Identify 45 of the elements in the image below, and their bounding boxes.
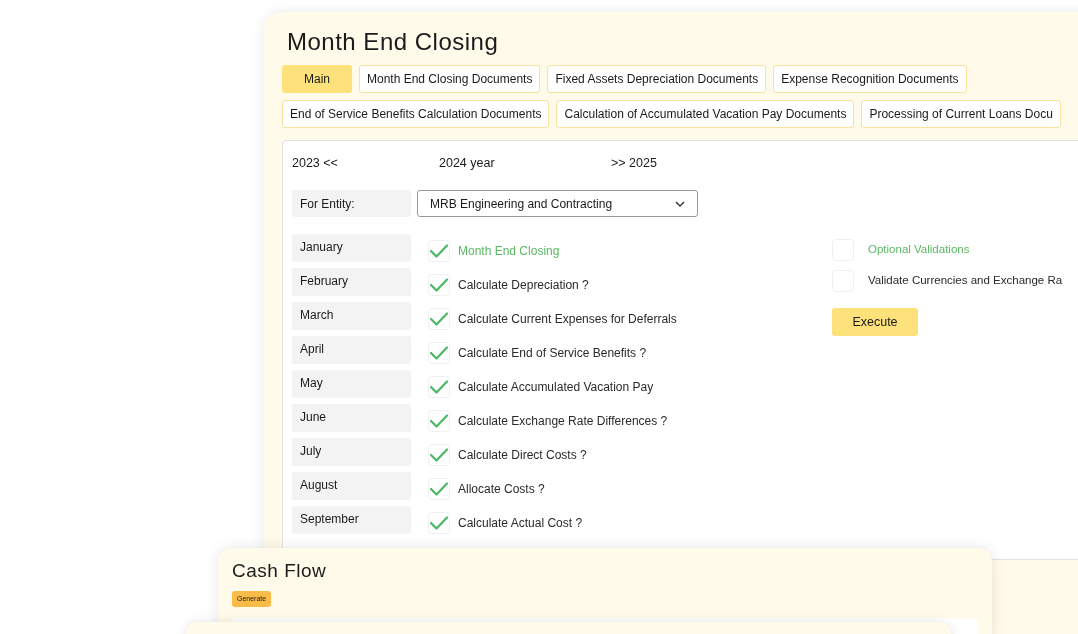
month-item[interactable]: August — [292, 472, 411, 500]
month-item[interactable]: July — [292, 438, 411, 466]
checkbox[interactable] — [428, 410, 450, 432]
month-item[interactable]: February — [292, 268, 411, 296]
month-item[interactable]: September — [292, 506, 411, 534]
task-label: Calculate Current Expenses for Deferrals — [458, 311, 677, 328]
tab[interactable]: Calculation of Accumulated Vacation Pay Documents — [556, 100, 855, 128]
checkbox[interactable] — [428, 376, 450, 398]
month-item[interactable]: May — [292, 370, 411, 398]
month-item[interactable]: January — [292, 234, 411, 262]
month-item[interactable]: June — [292, 404, 411, 432]
chevron-down-icon — [675, 200, 685, 207]
checkbox[interactable] — [428, 444, 450, 466]
checkbox[interactable] — [428, 274, 450, 296]
task-label: Allocate Costs ? — [458, 481, 545, 498]
next-year-link[interactable]: >> 2025 — [611, 153, 657, 173]
validation-label: Validate Currencies and Exchange Ra — [868, 272, 1063, 288]
card-title: Cash Flow — [232, 559, 328, 583]
month-item[interactable]: April — [292, 336, 411, 364]
checkbox[interactable] — [428, 512, 450, 534]
checkbox[interactable] — [428, 308, 450, 330]
entity-dropdown[interactable]: MRB Engineering and Contracting — [417, 190, 698, 217]
task-label: Month End Closing — [458, 243, 560, 260]
entity-label: For Entity: — [292, 190, 411, 217]
tab[interactable]: Fixed Assets Depreciation Documents — [547, 65, 767, 93]
task-label: Calculate Exchange Rate Differences ? — [458, 413, 668, 430]
month-item[interactable]: March — [292, 302, 411, 330]
tab[interactable]: Month End Closing Documents — [359, 65, 541, 93]
current-year-label: 2024 year — [439, 154, 496, 172]
task-label: Calculate Accumulated Vacation Pay — [458, 379, 654, 396]
tab[interactable]: End of Service Benefits Calculation Documents — [282, 100, 550, 128]
card-title: Month End Closing — [287, 27, 500, 57]
task-label: Calculate Depreciation ? — [458, 277, 589, 294]
previous-year-link[interactable]: 2023 << — [292, 153, 439, 173]
tab[interactable]: Main — [282, 65, 352, 93]
validation-label: Optional Validations — [868, 241, 970, 257]
checkbox[interactable] — [428, 478, 450, 500]
tab[interactable]: Expense Recognition Documents — [773, 65, 967, 93]
task-label: Calculate Direct Costs ? — [458, 447, 587, 464]
checkbox[interactable] — [428, 240, 450, 262]
checkbox[interactable] — [428, 342, 450, 364]
tab[interactable]: Processing of Current Loans Docu — [861, 100, 1061, 128]
task-label: Calculate Actual Cost ? — [458, 515, 583, 532]
task-label: Calculate End of Service Benefits ? — [458, 345, 647, 362]
execute-button[interactable]: Execute — [832, 308, 918, 336]
